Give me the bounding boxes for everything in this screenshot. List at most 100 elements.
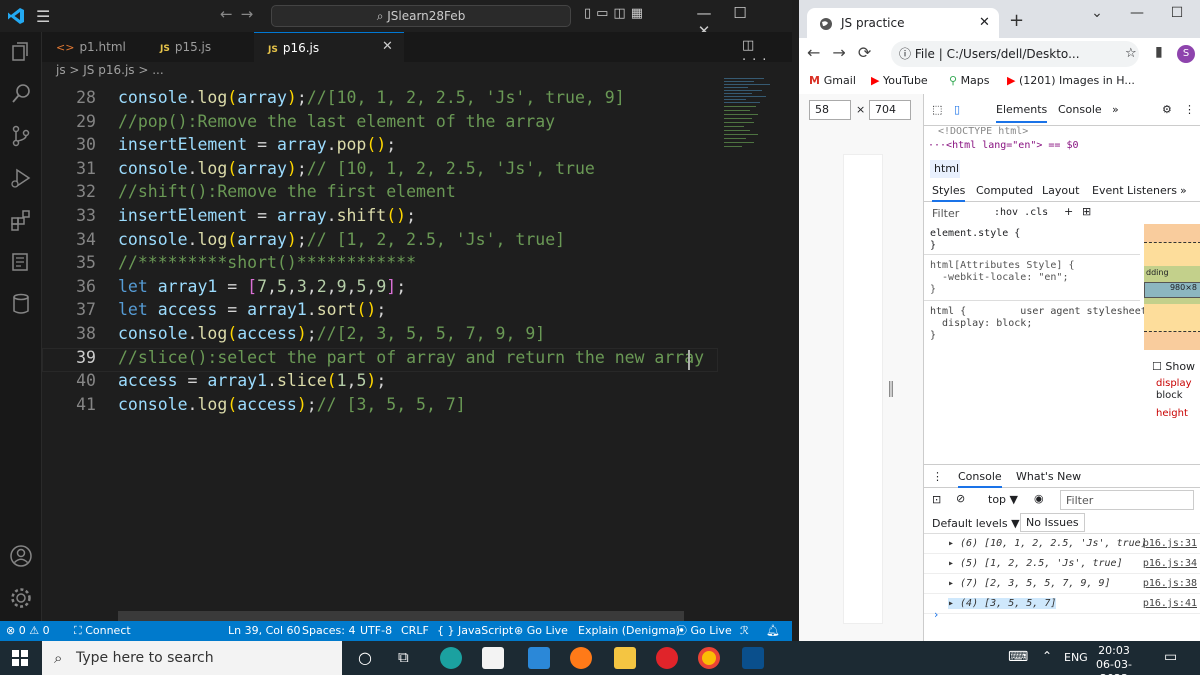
clear-console-icon[interactable]: ⊘ [956, 492, 965, 505]
style-rule-element[interactable]: element.style { } [930, 228, 1136, 252]
tab-close-icon[interactable]: ✕ [382, 39, 393, 54]
chrome-icon[interactable] [698, 647, 720, 669]
minimap[interactable] [722, 76, 784, 166]
layout-toggle-icons[interactable]: ▯▭◫▦ [584, 6, 648, 21]
more-tabs-icon[interactable]: » [1112, 103, 1119, 116]
extensions-icon[interactable] [9, 208, 33, 232]
go-live-button[interactable]: ⊛ Go Live [514, 621, 568, 641]
split-editor-icon[interactable]: ◫ ··· [742, 38, 792, 68]
sidebar-icon[interactable]: ▮ [1155, 44, 1163, 60]
file-explorer-icon[interactable] [614, 647, 636, 669]
settings-gear-icon[interactable]: ⚙ [1162, 103, 1172, 116]
hov-cls-toggles[interactable]: :hov .cls [994, 207, 1048, 218]
store-icon[interactable] [482, 647, 504, 669]
width-input[interactable]: 58 [809, 100, 851, 120]
bookmark-youtube[interactable]: ▶ YouTube [871, 74, 928, 87]
style-rule-attributes[interactable]: html[Attributes Style] { -webkit-locale:… [930, 260, 1136, 296]
more-tabs-icon[interactable]: » [1180, 184, 1187, 197]
dom-breadcrumb[interactable]: html [930, 160, 960, 178]
horizontal-scrollbar[interactable] [118, 611, 684, 621]
doctype-node[interactable]: <!DOCTYPE html> [938, 126, 1028, 137]
new-tab-icon[interactable]: + [1009, 10, 1024, 31]
drawer-tab-whats-new[interactable]: What's New [1016, 470, 1081, 483]
console-log-line[interactable]: ▸ (7) [2, 3, 5, 5, 7, 9, 9] p16.js:38 [924, 574, 1200, 594]
bookmark-maps[interactable]: ⚲ Maps [949, 74, 990, 87]
tab-layout[interactable]: Layout [1042, 184, 1079, 197]
computed-prop-height[interactable]: height [1156, 408, 1188, 419]
indentation[interactable]: Spaces: 4 [302, 621, 355, 641]
input-language[interactable]: ENG [1064, 651, 1088, 664]
account-icon[interactable] [9, 544, 33, 568]
console-log-line[interactable]: ▸ (6) [10, 1, 2, 2.5, 'Js', true] p16.js… [924, 534, 1200, 554]
rendered-page[interactable] [843, 154, 883, 624]
profile-avatar[interactable]: S [1177, 45, 1195, 63]
system-clock[interactable]: 20:03 06-03-2023 [1086, 644, 1142, 675]
console-prompt[interactable]: › [934, 608, 938, 621]
chevron-down-icon[interactable]: ⌄ [1077, 5, 1117, 21]
explorer-icon[interactable] [9, 40, 33, 64]
settings-gear-icon[interactable] [9, 586, 33, 610]
drawer-menu-icon[interactable]: ⋮ [932, 470, 943, 483]
tab-elements[interactable]: Elements [996, 103, 1048, 123]
tab-styles[interactable]: Styles [932, 184, 966, 202]
vscode-taskbar-icon[interactable] [742, 647, 764, 669]
show-all-checkbox[interactable]: ☐ Show [1152, 360, 1195, 373]
computed-prop-display[interactable]: display [1156, 378, 1192, 389]
nav-buttons[interactable]: ←→⟳ [807, 43, 883, 62]
height-input[interactable]: 704 [869, 100, 911, 120]
content-box[interactable]: 980×8 [1144, 282, 1200, 298]
go-live-button-2[interactable]: ⦿ Go Live [676, 621, 732, 641]
opera-icon[interactable] [656, 647, 678, 669]
console-log-line[interactable]: ▸ (5) [1, 2, 2.5, 'Js', true] p16.js:34 [924, 554, 1200, 574]
code-editor[interactable]: 28 console.log(array);//[10, 1, 2, 2.5, '… [42, 82, 722, 612]
database-icon[interactable] [9, 292, 33, 316]
problems-indicator[interactable]: ⊗ 0 ⚠ 0 [6, 621, 50, 641]
device-toggle-icon[interactable]: ▯ [954, 103, 960, 116]
search-icon[interactable] [9, 82, 33, 106]
firefox-icon[interactable] [570, 647, 592, 669]
mail-icon[interactable] [528, 647, 550, 669]
end-of-line[interactable]: CRLF [401, 621, 429, 641]
resize-handle[interactable]: ‖ [887, 378, 895, 397]
nav-arrows[interactable]: ←→ [220, 5, 261, 23]
html-node[interactable]: ···<html lang="en"> == $0 [928, 140, 1200, 151]
command-center-search[interactable]: ⌕ JSlearn28Feb [271, 5, 571, 27]
bookmark-gmail[interactable]: M Gmail [809, 74, 856, 87]
tab-p1-html[interactable]: <> p1.html [42, 32, 146, 62]
windows-start-icon[interactable] [12, 650, 28, 666]
tab-p15-js[interactable]: JS p15.js [146, 32, 250, 62]
encoding[interactable]: UTF-8 [360, 621, 392, 641]
hamburger-menu-icon[interactable]: ☰ [36, 7, 50, 26]
styles-filter-input[interactable]: Filter [932, 207, 959, 220]
task-view-icon[interactable]: ⧉ [398, 648, 409, 666]
notifications-icon[interactable]: ▭ [1164, 649, 1177, 665]
tab-computed[interactable]: Computed [976, 184, 1033, 197]
chevron-up-icon[interactable]: ⌃ [1042, 649, 1052, 663]
explain-denigma-button[interactable]: Explain (Denigma) [578, 621, 680, 641]
minimize-icon[interactable]: — [1117, 5, 1157, 21]
remote-connect[interactable]: ⛶ Connect [74, 621, 131, 641]
tab-event-listeners[interactable]: Event Listeners [1092, 184, 1177, 197]
eye-icon[interactable]: ◉ [1034, 492, 1044, 505]
feedback-icon[interactable]: ℛ [740, 621, 749, 641]
issues-button[interactable]: No Issues [1020, 513, 1085, 532]
cortana-icon[interactable]: ○ [358, 648, 372, 667]
minimize-icon[interactable]: — [686, 4, 722, 22]
computed-toggle-icon[interactable]: ⊞ [1082, 205, 1091, 218]
remote-explorer-icon[interactable] [9, 250, 33, 274]
more-options-icon[interactable]: ⋮ [1184, 103, 1195, 116]
maximize-icon[interactable]: ☐ [1157, 5, 1197, 21]
maximize-icon[interactable]: ☐ [722, 4, 758, 22]
console-log-line[interactable]: ▸ (4) [3, 5, 5, 7] p16.js:41 [924, 594, 1200, 614]
language-mode[interactable]: { } JavaScript [437, 621, 513, 641]
log-levels-dropdown[interactable]: Default levels ▼ [932, 517, 1020, 530]
drawer-tab-console[interactable]: Console [958, 470, 1002, 488]
edge-icon[interactable] [440, 647, 462, 669]
run-debug-icon[interactable] [9, 166, 33, 190]
source-control-icon[interactable] [9, 124, 33, 148]
inspect-icon[interactable]: ⬚ [932, 103, 942, 116]
cursor-position[interactable]: Ln 39, Col 60 [228, 621, 301, 641]
keyboard-icon[interactable]: ⌨ [1008, 649, 1028, 665]
style-rule-user-agent[interactable]: html { user agent stylesheet display: bl… [930, 306, 1147, 342]
notifications-bell-icon[interactable]: 🔔︎ [766, 621, 780, 641]
